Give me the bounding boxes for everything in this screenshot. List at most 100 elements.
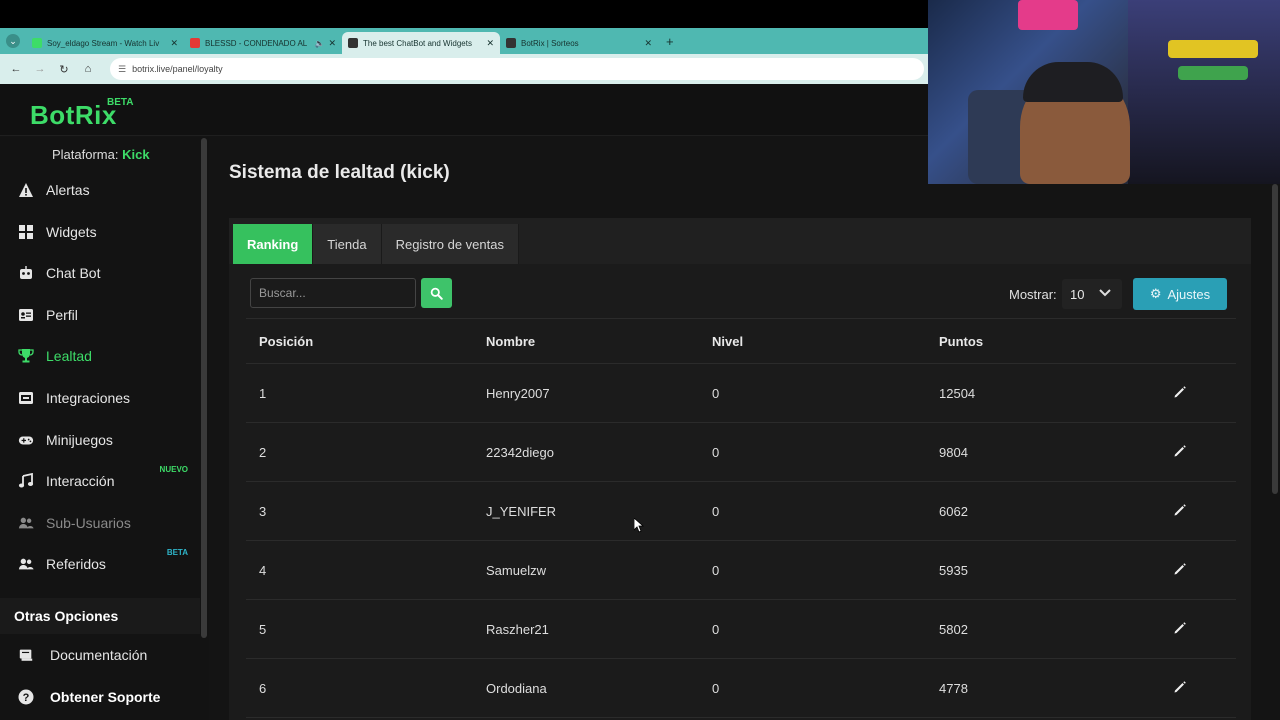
close-icon[interactable]: ✕	[328, 38, 336, 49]
platform-value: Kick	[122, 147, 150, 162]
platform-label: Plataforma:	[52, 147, 119, 162]
sidebar-item-label: Documentación	[50, 647, 148, 663]
favicon-icon	[506, 38, 516, 48]
search-button[interactable]	[421, 278, 452, 308]
sidebar-item-minijuegos[interactable]: Minijuegos	[0, 420, 200, 460]
question-icon: ?	[18, 689, 34, 705]
close-icon[interactable]: ✕	[644, 38, 652, 49]
tab-tienda[interactable]: Tienda	[313, 224, 382, 264]
neon-sign	[1018, 0, 1078, 30]
page-size-value: 10	[1070, 286, 1085, 302]
address-bar: ← → ↻ ⌂ ☰ botrix.live/panel/loyalty	[0, 54, 928, 84]
edit-icon[interactable]	[1172, 502, 1188, 518]
forward-icon[interactable]: →	[32, 63, 48, 75]
id-card-icon	[18, 307, 34, 323]
sidebar-other-documentaci-n[interactable]: Documentación	[0, 635, 200, 675]
site-info-icon[interactable]: ☰	[118, 64, 126, 75]
edit-icon[interactable]	[1172, 443, 1188, 459]
tab-search-button[interactable]: ⌄	[0, 28, 26, 54]
url-field[interactable]: ☰ botrix.live/panel/loyalty	[110, 58, 924, 80]
sidebar-other-obtener-soporte[interactable]: ? Obtener Soporte	[0, 677, 200, 717]
sidebar-item-chat-bot[interactable]: Chat Bot	[0, 253, 200, 293]
edit-icon[interactable]	[1172, 679, 1188, 695]
sidebar-item-widgets[interactable]: Widgets	[0, 212, 200, 252]
table-row: 3 J_YENIFER 0 6062	[246, 482, 1236, 541]
cell-level: 0	[712, 680, 720, 696]
cell-points: 6062	[939, 503, 968, 519]
home-icon[interactable]: ⌂	[80, 63, 96, 75]
header-position[interactable]: Posición	[259, 334, 313, 349]
tab-ranking[interactable]: Ranking	[233, 224, 314, 264]
sidebar-item-referidos[interactable]: Referidos BETA	[0, 544, 200, 584]
reload-icon[interactable]: ↻	[56, 63, 72, 76]
page-scrollbar[interactable]	[1272, 184, 1278, 494]
table-row: 6 Ordodiana 0 4778	[246, 659, 1236, 718]
edit-icon[interactable]	[1172, 561, 1188, 577]
sidebar-item-lealtad[interactable]: Lealtad	[0, 336, 200, 376]
sidebar-item-integraciones[interactable]: Integraciones	[0, 378, 200, 418]
edit-icon[interactable]	[1172, 620, 1188, 636]
tab-registro-de-ventas[interactable]: Registro de ventas	[381, 224, 519, 264]
book-icon	[18, 647, 34, 663]
gears-icon: ⚙	[1149, 286, 1162, 301]
header-level[interactable]: Nivel	[712, 334, 743, 349]
favicon-icon	[348, 38, 358, 48]
cell-level: 0	[712, 621, 720, 637]
browser-tab[interactable]: The best ChatBot and Widgets ✕	[342, 32, 500, 54]
page-size-select[interactable]: 10	[1062, 279, 1122, 309]
gamepad-icon	[18, 432, 34, 448]
toy-blaster	[1178, 66, 1248, 80]
sidebar-item-interacci-n[interactable]: Interacción NUEVO	[0, 461, 200, 501]
toy-blaster	[1168, 40, 1258, 58]
sidebar-item-label: Alertas	[46, 182, 90, 198]
new-tab-button[interactable]: +	[666, 34, 674, 49]
header-points[interactable]: Puntos	[939, 334, 983, 349]
trophy-icon	[18, 348, 34, 364]
sidebar-item-alertas[interactable]: Alertas	[0, 170, 200, 210]
sidebar-item-label: Interacción	[46, 473, 115, 490]
svg-text:?: ?	[23, 692, 30, 704]
chevron-down-icon: ⌄	[6, 34, 20, 48]
tab-title: Soy_eldago Stream - Watch Liv	[47, 38, 160, 48]
header-name[interactable]: Nombre	[486, 334, 535, 349]
sidebar-item-label: Sub-Usuarios	[46, 514, 131, 531]
browser-tab-strip: ⌄ Soy_eldago Stream - Watch Liv ✕ BLESSD -…	[0, 28, 928, 54]
sidebar-section-title: Otras Opciones	[0, 598, 200, 634]
sidebar-item-label: Referidos	[46, 556, 106, 573]
sidebar-item-sub-usuarios[interactable]: Sub-Usuarios	[0, 503, 200, 543]
cell-level: 0	[712, 444, 720, 460]
settings-button[interactable]: ⚙ Ajustes	[1133, 278, 1227, 310]
back-icon[interactable]: ←	[8, 63, 24, 75]
speaker-icon[interactable]: 🔈	[314, 39, 324, 48]
users-icon	[18, 556, 34, 572]
sidebar-scrollbar[interactable]	[201, 138, 207, 638]
logo-beta-badge: BETA	[107, 97, 134, 108]
browser-tabs: Soy_eldago Stream - Watch Liv ✕ BLESSD - C…	[26, 28, 658, 54]
sidebar-badge: NUEVO	[159, 465, 188, 475]
cell-position: 2	[259, 444, 267, 460]
cell-points: 12504	[939, 385, 976, 401]
sidebar-item-label: Lealtad	[46, 348, 92, 365]
cell-name: Samuelzw	[486, 562, 546, 578]
favicon-icon	[190, 38, 200, 48]
cell-points: 9804	[939, 444, 968, 460]
platform-indicator: Plataforma: Kick	[52, 147, 150, 162]
browser-tab[interactable]: BLESSD - CONDENADO AL 🔈 ✕	[184, 32, 342, 54]
sidebar-item-perfil[interactable]: Perfil	[0, 295, 200, 335]
search-input[interactable]	[250, 278, 416, 308]
ranking-table: Posición Nombre Nivel Puntos 1 Henry2007 0…	[246, 318, 1236, 718]
cell-points: 4778	[939, 680, 968, 696]
table-header: Posición Nombre Nivel Puntos	[246, 318, 1236, 364]
browser-tab[interactable]: BotRix | Sorteos ✕	[500, 32, 658, 54]
page-title: Sistema de lealtad (kick)	[229, 162, 450, 183]
cell-position: 1	[259, 385, 267, 401]
sidebar-item-label: Minijuegos	[46, 431, 113, 448]
cell-position: 5	[259, 621, 267, 637]
app-logo[interactable]: BotRix	[30, 100, 117, 131]
edit-icon[interactable]	[1172, 384, 1188, 400]
close-icon[interactable]: ✕	[170, 38, 178, 49]
table-row: 4 Samuelzw 0 5935	[246, 541, 1236, 600]
cell-level: 0	[712, 503, 720, 519]
close-icon[interactable]: ✕	[486, 38, 494, 49]
browser-tab[interactable]: Soy_eldago Stream - Watch Liv ✕	[26, 32, 184, 54]
